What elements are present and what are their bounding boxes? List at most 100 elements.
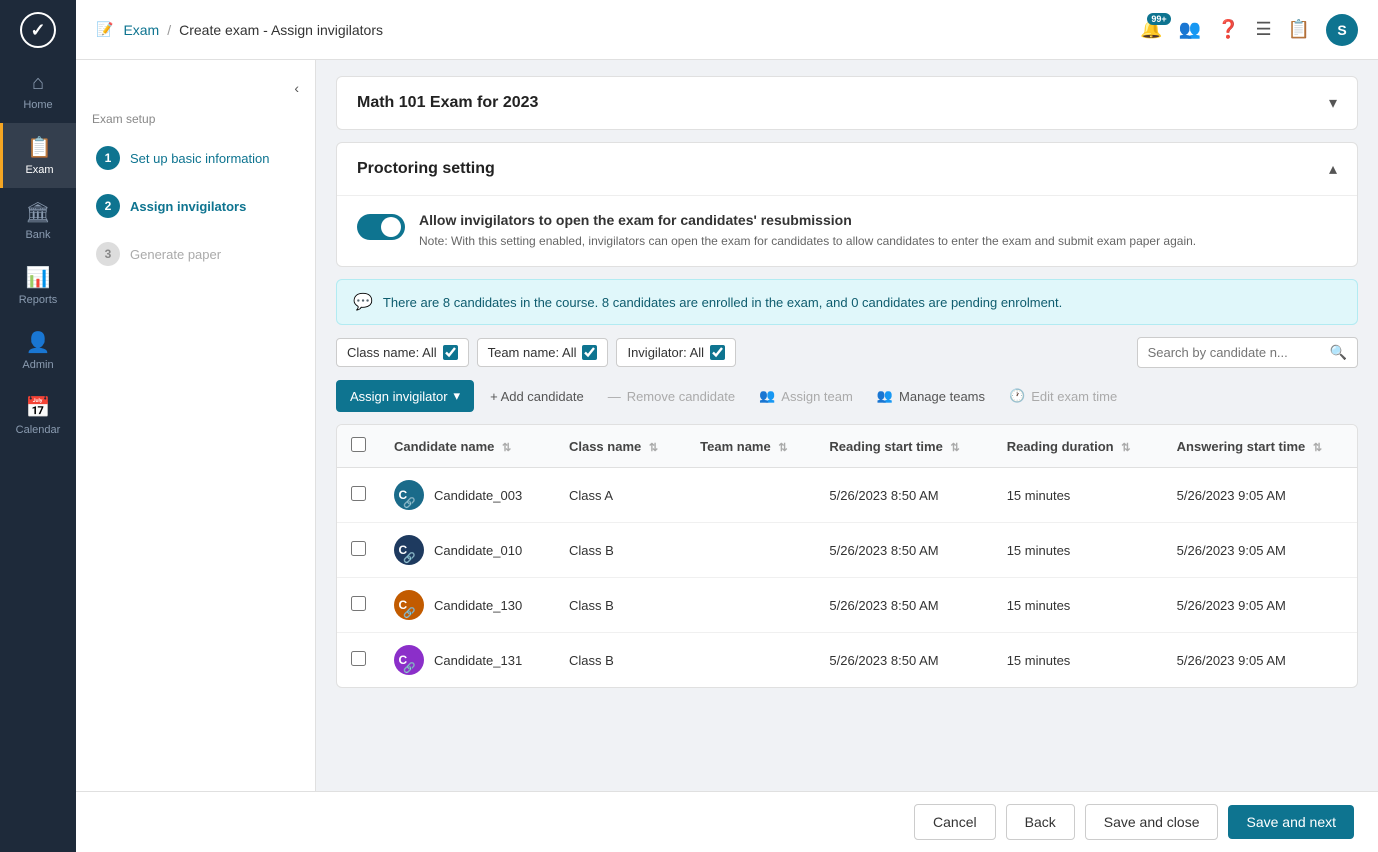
- row-checkbox-cell[interactable]: [337, 578, 380, 633]
- row-checkbox[interactable]: [351, 651, 366, 666]
- team-filter[interactable]: Team name: All: [477, 338, 609, 367]
- user-avatar[interactable]: S: [1326, 14, 1358, 46]
- header-answering-start-time[interactable]: Answering start time ⇅: [1163, 425, 1357, 468]
- class-filter-checkbox[interactable]: [443, 345, 458, 360]
- list-icon[interactable]: ☰: [1255, 19, 1271, 40]
- invigilator-filter[interactable]: Invigilator: All: [616, 338, 736, 367]
- candidate-name: Candidate_131: [434, 653, 522, 668]
- row-candidate-name: C 🔗 Candidate_130: [380, 578, 555, 633]
- team-name-label: Team name: [700, 439, 771, 454]
- team-filter-checkbox[interactable]: [582, 345, 597, 360]
- users-icon[interactable]: 👥: [1179, 19, 1201, 40]
- row-checkbox-cell[interactable]: [337, 523, 380, 578]
- breadcrumb-link-exam[interactable]: Exam: [123, 22, 159, 38]
- step-3-label: Generate paper: [130, 247, 221, 262]
- header-reading-duration[interactable]: Reading duration ⇅: [993, 425, 1163, 468]
- sidebar-item-label: Calendar: [16, 424, 61, 436]
- minus-icon: —: [608, 389, 621, 404]
- clock-icon: 🕐: [1009, 388, 1025, 404]
- clipboard-icon[interactable]: 📋: [1288, 19, 1310, 40]
- row-team-name: [686, 578, 815, 633]
- sidebar-item-label: Admin: [22, 359, 53, 371]
- row-reading-start-time: 5/26/2023 8:50 AM: [815, 468, 992, 523]
- class-filter[interactable]: Class name: All: [336, 338, 469, 367]
- header-reading-start-time[interactable]: Reading start time ⇅: [815, 425, 992, 468]
- add-candidate-label: + Add candidate: [490, 389, 584, 404]
- exam-title-card: Math 101 Exam for 2023 ▾: [336, 76, 1358, 130]
- notification-badge: 99+: [1147, 13, 1170, 25]
- row-team-name: [686, 468, 815, 523]
- step-3[interactable]: 3 Generate paper: [92, 234, 299, 274]
- invigilator-filter-checkbox[interactable]: [710, 345, 725, 360]
- header-class-name[interactable]: Class name ⇅: [555, 425, 686, 468]
- collapse-button[interactable]: ‹: [92, 80, 299, 96]
- search-input[interactable]: [1148, 345, 1324, 360]
- exam-title-card-header[interactable]: Math 101 Exam for 2023 ▾: [337, 77, 1357, 129]
- step-2[interactable]: 2 Assign invigilators: [92, 186, 299, 226]
- header-candidate-name[interactable]: Candidate name ⇅: [380, 425, 555, 468]
- proctoring-card-header[interactable]: Proctoring setting ▴: [337, 143, 1357, 195]
- row-checkbox-cell[interactable]: [337, 468, 380, 523]
- step-1[interactable]: 1 Set up basic information: [92, 138, 299, 178]
- row-candidate-name: C 🔗 Candidate_003: [380, 468, 555, 523]
- back-button[interactable]: Back: [1006, 804, 1075, 840]
- edit-exam-time-label: Edit exam time: [1031, 389, 1117, 404]
- remove-candidate-button: — Remove candidate: [600, 383, 743, 410]
- row-checkbox[interactable]: [351, 596, 366, 611]
- candidate-name: Candidate_010: [434, 543, 522, 558]
- remove-candidate-label: Remove candidate: [627, 389, 735, 404]
- assign-team-icon: 👥: [759, 388, 775, 404]
- sidebar-item-exam[interactable]: 📋 Exam: [0, 123, 76, 188]
- row-checkbox-cell[interactable]: [337, 633, 380, 688]
- row-checkbox[interactable]: [351, 541, 366, 556]
- sidebar-item-bank[interactable]: 🏛 Bank: [0, 188, 76, 253]
- answering-start-sort-icon: ⇅: [1313, 442, 1322, 454]
- filters-row: Class name: All Team name: All Invigilat…: [336, 337, 1358, 368]
- reading-duration-label: Reading duration: [1007, 439, 1114, 454]
- candidate-avatar: C 🔗: [394, 480, 424, 510]
- sidebar-item-admin[interactable]: 👤 Admin: [0, 318, 76, 383]
- breadcrumb-icon: 📝: [96, 21, 113, 38]
- left-panel: ‹ Exam setup 1 Set up basic information …: [76, 60, 316, 852]
- exam-icon: 📋: [27, 135, 52, 160]
- proctoring-title: Proctoring setting: [357, 160, 495, 178]
- table-body: C 🔗 Candidate_003 Class A 5/26/2023 8:50…: [337, 468, 1357, 688]
- home-icon: ⌂: [32, 72, 44, 95]
- header-team-name[interactable]: Team name ⇅: [686, 425, 815, 468]
- row-team-name: [686, 523, 815, 578]
- help-icon[interactable]: ❓: [1217, 19, 1239, 40]
- manage-teams-button[interactable]: 👥 Manage teams: [869, 382, 993, 410]
- row-reading-duration: 15 minutes: [993, 578, 1163, 633]
- sidebar-item-home[interactable]: ⌂ Home: [0, 60, 76, 123]
- resubmission-toggle[interactable]: [357, 214, 405, 240]
- reading-duration-sort-icon: ⇅: [1121, 442, 1130, 454]
- save-close-button[interactable]: Save and close: [1085, 804, 1219, 840]
- breadcrumb-separator: /: [167, 22, 171, 38]
- row-checkbox[interactable]: [351, 486, 366, 501]
- step-2-label: Assign invigilators: [130, 199, 246, 214]
- row-reading-duration: 15 minutes: [993, 468, 1163, 523]
- save-next-button[interactable]: Save and next: [1228, 805, 1354, 839]
- app-logo[interactable]: ✓: [0, 0, 76, 60]
- header-select-all[interactable]: [337, 425, 380, 468]
- row-reading-duration: 15 minutes: [993, 523, 1163, 578]
- table-row: C 🔗 Candidate_003 Class A 5/26/2023 8:50…: [337, 468, 1357, 523]
- exam-card-chevron-down-icon: ▾: [1329, 93, 1337, 113]
- search-box[interactable]: 🔍: [1137, 337, 1358, 368]
- step-1-label: Set up basic information: [130, 151, 269, 166]
- select-all-checkbox[interactable]: [351, 437, 366, 452]
- sidebar-item-reports[interactable]: 📊 Reports: [0, 253, 76, 318]
- candidate-name-sort-icon: ⇅: [502, 442, 511, 454]
- table-header-row: Candidate name ⇅ Class name ⇅ Team name …: [337, 425, 1357, 468]
- row-candidate-name: C 🔗 Candidate_131: [380, 633, 555, 688]
- row-candidate-name: C 🔗 Candidate_010: [380, 523, 555, 578]
- bottom-bar: Cancel Back Save and close Save and next: [76, 791, 1378, 852]
- add-candidate-button[interactable]: + Add candidate: [482, 383, 592, 410]
- notification-icon[interactable]: 🔔 99+: [1140, 19, 1162, 40]
- sidebar-item-calendar[interactable]: 📅 Calendar: [0, 383, 76, 448]
- row-reading-start-time: 5/26/2023 8:50 AM: [815, 523, 992, 578]
- cancel-button[interactable]: Cancel: [914, 804, 996, 840]
- assign-invigilator-button[interactable]: Assign invigilator ▾: [336, 380, 474, 412]
- team-filter-label: Team name: All: [488, 345, 577, 360]
- class-name-sort-icon: ⇅: [649, 442, 658, 454]
